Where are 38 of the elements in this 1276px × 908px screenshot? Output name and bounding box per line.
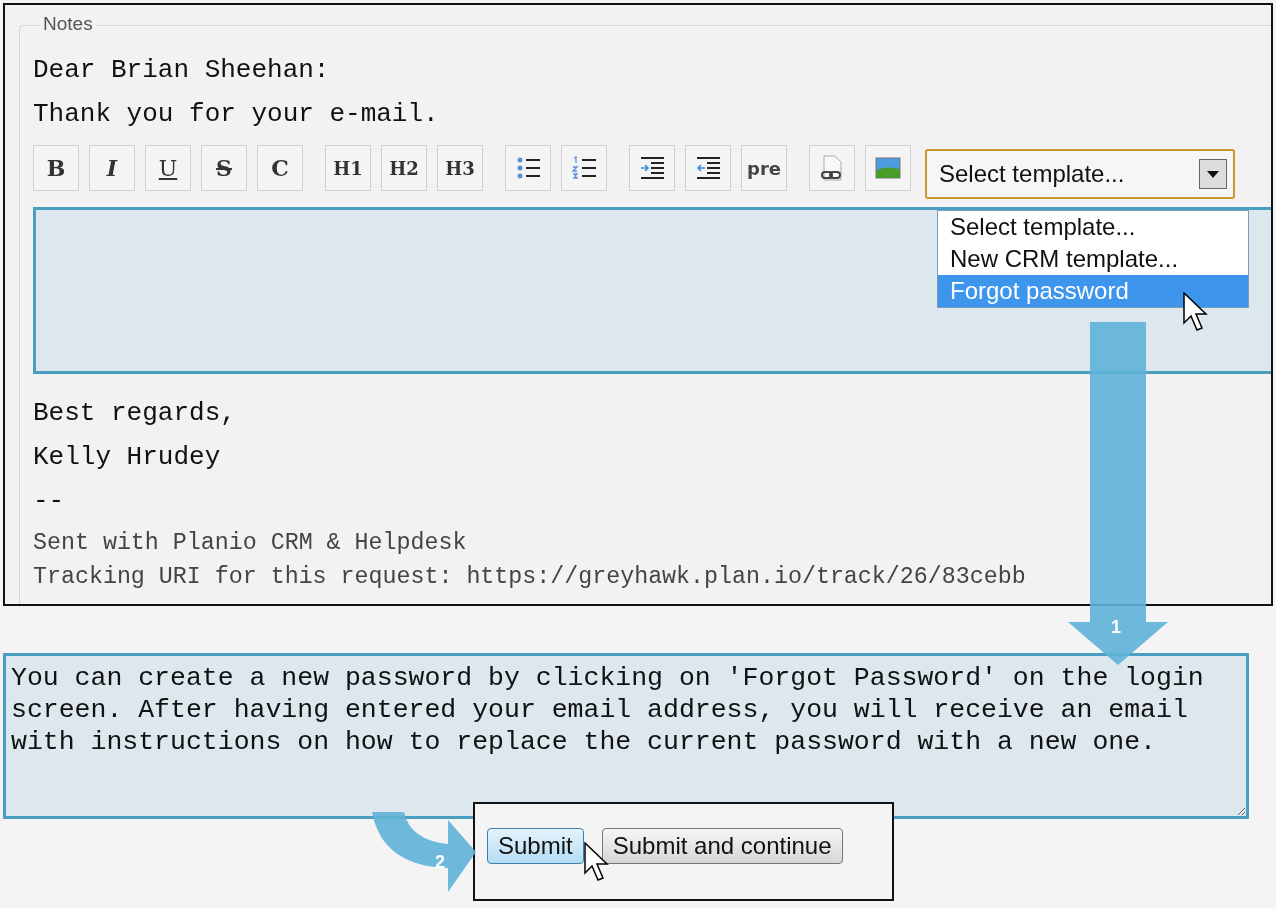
- email-text-line: --: [33, 488, 65, 514]
- bulleted-list-button[interactable]: [505, 145, 551, 191]
- outdent-icon: [695, 155, 721, 181]
- email-footer-line: Tracking URI for this request: https://greyhawk.plan.io/track/26/83cebb: [33, 566, 1026, 590]
- submit-button[interactable]: Submit: [487, 828, 584, 864]
- link-document-icon: [819, 155, 845, 181]
- reply-text-area[interactable]: You can create a new password by clicking on 'Forgot Password' on the login screen. After having entered your email address, you will receive an email with instructions on how to replace the current password with a new one.: [3, 653, 1249, 819]
- indent-button[interactable]: [629, 145, 675, 191]
- heading-button[interactable]: H3: [437, 145, 483, 191]
- email-footer-line: Sent with Planio CRM & Helpdesk: [33, 532, 467, 556]
- underline-button[interactable]: U: [145, 145, 191, 191]
- preformatted-button[interactable]: pre: [741, 145, 787, 191]
- dropdown-option[interactable]: Select template...: [938, 211, 1248, 243]
- email-text-line: Best regards,: [33, 400, 236, 426]
- numbered-list-icon: [571, 155, 597, 181]
- email-text-line: Dear Brian Sheehan:: [33, 57, 330, 83]
- email-text-line: Kelly Hrudey: [33, 444, 221, 470]
- bulleted-list-icon: [515, 155, 541, 181]
- dropdown-option[interactable]: New CRM template...: [938, 243, 1248, 275]
- outdent-button[interactable]: [685, 145, 731, 191]
- heading-button[interactable]: H1: [325, 145, 371, 191]
- submit-and-continue-button[interactable]: Submit and continue: [601, 828, 843, 864]
- image-button[interactable]: [865, 145, 911, 191]
- strikethrough-button[interactable]: S: [201, 145, 247, 191]
- heading-button[interactable]: H2: [381, 145, 427, 191]
- indent-icon: [639, 155, 665, 181]
- italic-button[interactable]: I: [89, 145, 135, 191]
- step-number: 1: [1111, 618, 1121, 636]
- step-number: 2: [435, 853, 445, 871]
- template-dropdown[interactable]: Select template...: [925, 149, 1235, 199]
- mouse-pointer-icon: [584, 842, 610, 884]
- numbered-list-button[interactable]: [561, 145, 607, 191]
- image-icon: [875, 155, 901, 181]
- bold-button[interactable]: B: [33, 145, 79, 191]
- dropdown-caret-icon: [1199, 159, 1227, 189]
- code-button[interactable]: C: [257, 145, 303, 191]
- link-button[interactable]: [809, 145, 855, 191]
- email-text-line: Thank you for your e-mail.: [33, 101, 439, 127]
